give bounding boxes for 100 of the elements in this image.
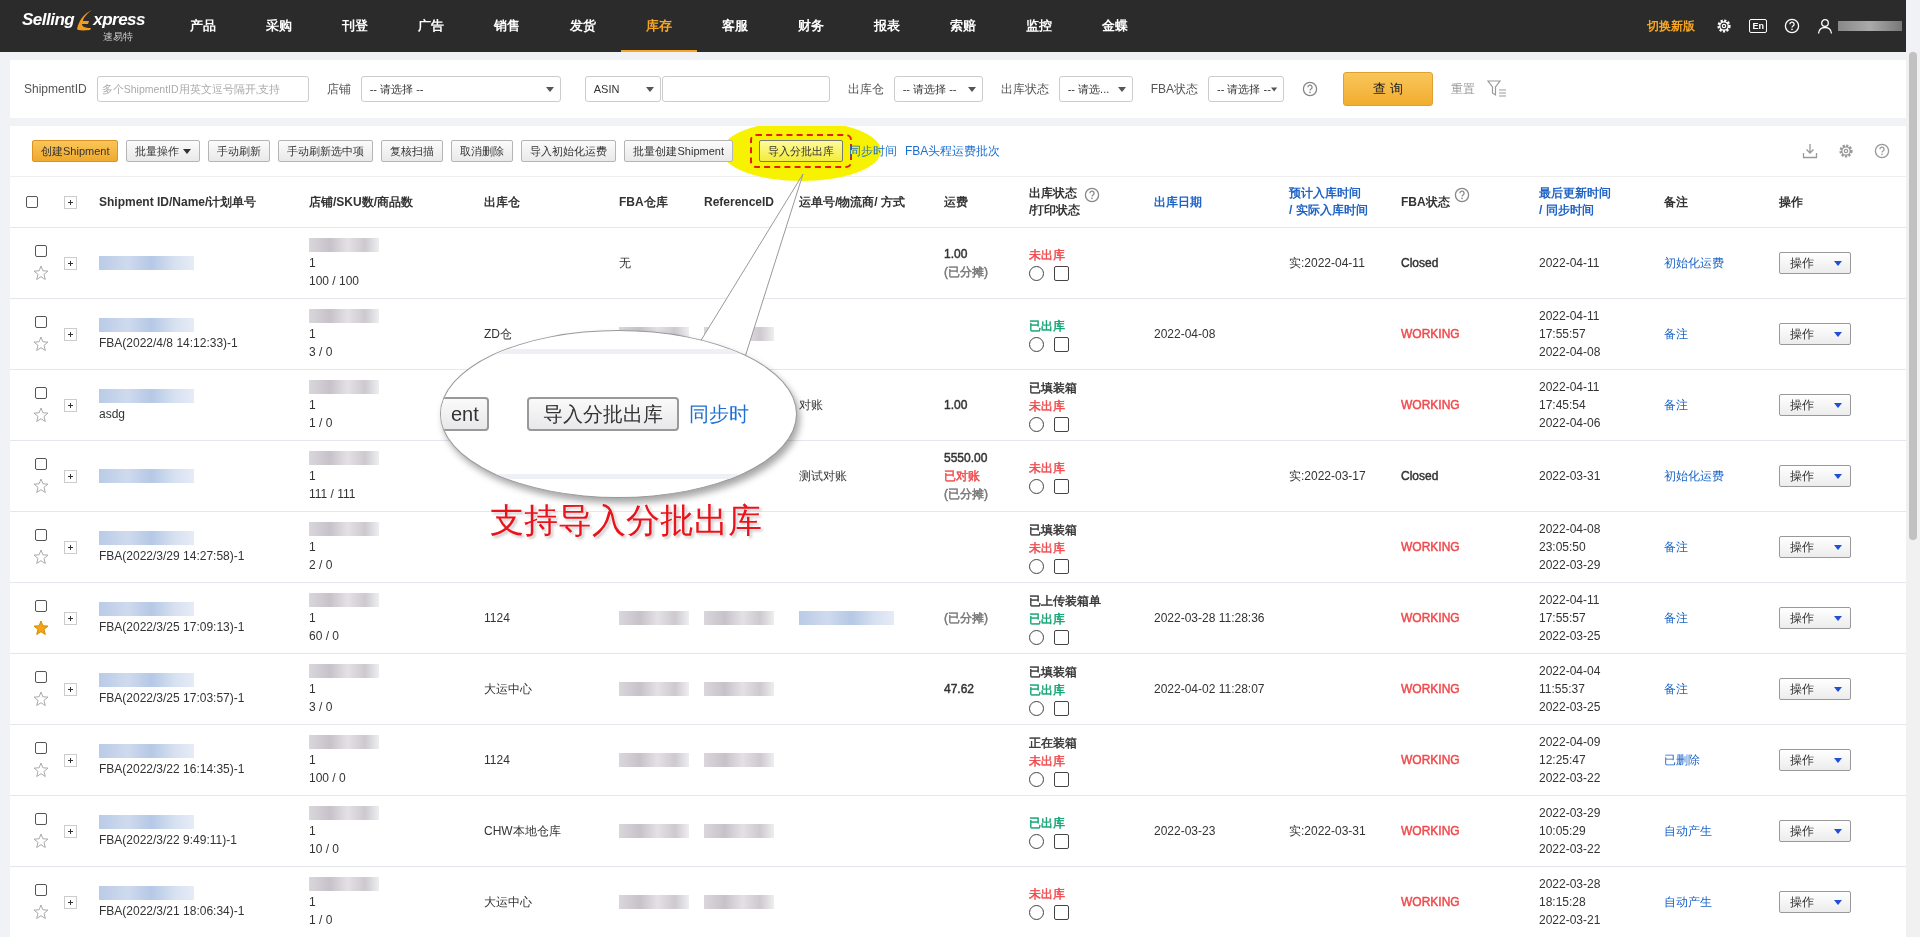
star-icon[interactable] [33, 762, 49, 778]
row-checkbox[interactable] [35, 671, 47, 683]
action-dropdown[interactable]: 操作 [1779, 749, 1851, 771]
row-checkbox[interactable] [35, 600, 47, 612]
nav-menu-item[interactable]: 销售 [469, 0, 545, 52]
remark-link[interactable]: 备注 [1664, 609, 1688, 627]
star-icon[interactable] [33, 833, 49, 849]
star-icon[interactable] [33, 265, 49, 281]
select-field[interactable]: -- 请选择 -- [1208, 76, 1285, 102]
print-checkbox[interactable] [1054, 336, 1069, 352]
remark-link[interactable]: 自动产生 [1664, 822, 1712, 840]
select-field[interactable]: -- 请选择 -- [360, 76, 561, 102]
toolbar-button[interactable]: 批量创建Shipment [624, 140, 733, 162]
row-checkbox[interactable] [35, 458, 47, 470]
language-button[interactable]: En [1749, 19, 1767, 33]
nav-menu-item[interactable]: 广告 [393, 0, 469, 52]
toolbar-button[interactable]: 创建Shipment [32, 140, 119, 162]
action-dropdown[interactable]: 操作 [1779, 323, 1851, 345]
star-icon[interactable] [33, 478, 49, 494]
expand-row-icon[interactable] [64, 256, 77, 270]
asin-field[interactable] [661, 76, 830, 102]
sortable-column-header[interactable]: 最后更新时间 [1539, 185, 1611, 202]
print-checkbox[interactable] [1054, 700, 1069, 716]
action-dropdown[interactable]: 操作 [1779, 394, 1851, 416]
select-field[interactable]: -- 请选... [1058, 76, 1133, 102]
scrollbar-thumb[interactable] [1909, 52, 1917, 540]
download-icon[interactable] [1802, 143, 1818, 159]
nav-menu-item[interactable]: 监控 [1001, 0, 1077, 52]
star-icon[interactable] [33, 691, 49, 707]
action-dropdown[interactable]: 操作 [1779, 252, 1851, 274]
filter-icon[interactable] [1487, 80, 1508, 98]
row-checkbox[interactable] [35, 813, 47, 825]
scrollbar[interactable] [1906, 52, 1920, 937]
action-dropdown[interactable]: 操作 [1779, 465, 1851, 487]
expand-all-icon[interactable] [64, 195, 77, 209]
select-all-checkbox[interactable] [26, 196, 38, 208]
action-dropdown[interactable]: 操作 [1779, 607, 1851, 629]
nav-menu-item[interactable]: 发货 [545, 0, 621, 52]
action-dropdown[interactable]: 操作 [1779, 536, 1851, 558]
toolbar-button[interactable]: 复核扫描 [381, 140, 444, 162]
nav-menu-item[interactable]: 金蝶 [1077, 0, 1153, 52]
remark-link[interactable]: 备注 [1664, 680, 1688, 698]
remark-link[interactable]: 初始化运费 [1664, 467, 1724, 485]
nav-menu-item[interactable]: 财务 [773, 0, 849, 52]
toolbar-button[interactable]: 导入分批出库 [758, 140, 843, 162]
remark-link[interactable]: 已删除 [1664, 751, 1700, 769]
nav-menu-item[interactable]: 采购 [241, 0, 317, 52]
toolbar-button[interactable]: 手动刷新选中项 [278, 140, 374, 162]
remark-link[interactable]: 备注 [1664, 325, 1688, 343]
toolbar-button[interactable]: 取消删除 [451, 140, 514, 162]
remark-link[interactable]: 自动产生 [1664, 893, 1712, 911]
filled-star-icon[interactable] [33, 620, 49, 636]
nav-menu-item[interactable]: 索赔 [925, 0, 1001, 52]
row-checkbox[interactable] [35, 316, 47, 328]
expand-row-icon[interactable] [64, 824, 77, 838]
expand-row-icon[interactable] [64, 611, 77, 625]
sortable-column-header[interactable]: 预计入库时间 [1289, 185, 1368, 202]
print-checkbox[interactable] [1054, 416, 1069, 432]
remark-link[interactable]: 备注 [1664, 538, 1688, 556]
expand-row-icon[interactable] [64, 540, 77, 554]
nav-menu-item[interactable]: 报表 [849, 0, 925, 52]
print-checkbox[interactable] [1054, 771, 1069, 787]
print-checkbox[interactable] [1054, 478, 1069, 494]
expand-row-icon[interactable] [64, 682, 77, 696]
star-icon[interactable] [33, 549, 49, 565]
nav-menu-item[interactable]: 刊登 [317, 0, 393, 52]
action-dropdown[interactable]: 操作 [1779, 820, 1851, 842]
row-checkbox[interactable] [35, 529, 47, 541]
row-checkbox[interactable] [35, 884, 47, 896]
nav-menu-item[interactable]: 库存 [621, 0, 697, 52]
nav-menu-item[interactable]: 产品 [165, 0, 241, 52]
search-button[interactable]: 查 询 [1343, 72, 1434, 106]
user-icon[interactable] [1817, 18, 1833, 34]
print-checkbox[interactable] [1054, 904, 1069, 920]
print-checkbox[interactable] [1054, 629, 1069, 645]
action-dropdown[interactable]: 操作 [1779, 678, 1851, 700]
toolbar-link[interactable]: FBA头程运费批次 [904, 142, 1001, 160]
toolbar-button[interactable]: 导入初始化运费 [521, 140, 617, 162]
toolbar-button[interactable]: 手动刷新 [208, 140, 271, 162]
remark-link[interactable]: 备注 [1664, 396, 1688, 414]
select-field[interactable]: ASIN [584, 76, 661, 102]
expand-row-icon[interactable] [64, 895, 77, 909]
print-checkbox[interactable] [1054, 833, 1069, 849]
nav-menu-item[interactable]: 客服 [697, 0, 773, 52]
star-icon[interactable] [33, 904, 49, 920]
expand-row-icon[interactable] [64, 753, 77, 767]
expand-row-icon[interactable] [64, 327, 77, 341]
row-checkbox[interactable] [35, 742, 47, 754]
switch-version-link[interactable]: 切换新版 [1647, 17, 1696, 35]
print-checkbox[interactable] [1054, 558, 1069, 574]
expand-row-icon[interactable] [64, 469, 77, 483]
sortable-column-header[interactable]: / 同步时间 [1539, 202, 1611, 219]
shipment-id-field[interactable]: 多个ShipmentID用英文逗号隔开,支持 [96, 76, 309, 102]
star-icon[interactable] [33, 407, 49, 423]
row-checkbox[interactable] [35, 387, 47, 399]
star-icon[interactable] [33, 336, 49, 352]
print-checkbox[interactable] [1054, 265, 1069, 281]
sortable-column-header[interactable]: 出库日期 [1154, 193, 1202, 211]
remark-link[interactable]: 初始化运费 [1664, 254, 1724, 272]
expand-row-icon[interactable] [64, 398, 77, 412]
